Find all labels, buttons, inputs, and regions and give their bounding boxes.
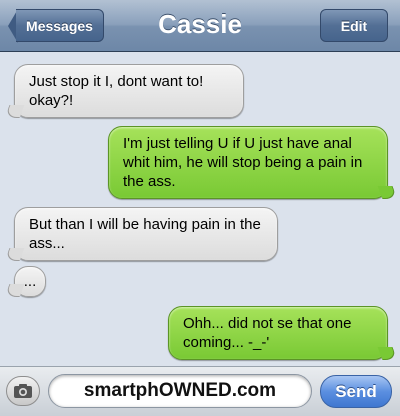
- message-text: Just stop it I, dont want to! okay?!: [29, 73, 204, 109]
- message-bubble-sent[interactable]: I'm just telling U if U just have anal w…: [108, 126, 388, 199]
- edit-button[interactable]: Edit: [320, 9, 388, 42]
- message-text: But than I will be having pain in the as…: [29, 216, 261, 252]
- send-button[interactable]: Send: [320, 375, 392, 408]
- message-bubble-received[interactable]: ...: [14, 266, 46, 297]
- message-text: ...: [23, 273, 37, 290]
- message-input[interactable]: smartphOWNED.com: [48, 374, 312, 408]
- camera-icon: [14, 384, 32, 398]
- camera-button[interactable]: [6, 376, 40, 406]
- navigation-bar: Messages Cassie Edit: [0, 0, 400, 52]
- message-text: Ohh... did not se that one coming... -_-…: [183, 315, 352, 351]
- message-bubble-received[interactable]: But than I will be having pain in the as…: [14, 207, 278, 261]
- message-bubble-received[interactable]: Just stop it I, dont want to! okay?!: [14, 64, 244, 118]
- message-bubble-sent[interactable]: Ohh... did not se that one coming... -_-…: [168, 306, 388, 360]
- message-composer-bar: smartphOWNED.com Send: [0, 366, 400, 416]
- message-text: I'm just telling U if U just have anal w…: [123, 135, 363, 190]
